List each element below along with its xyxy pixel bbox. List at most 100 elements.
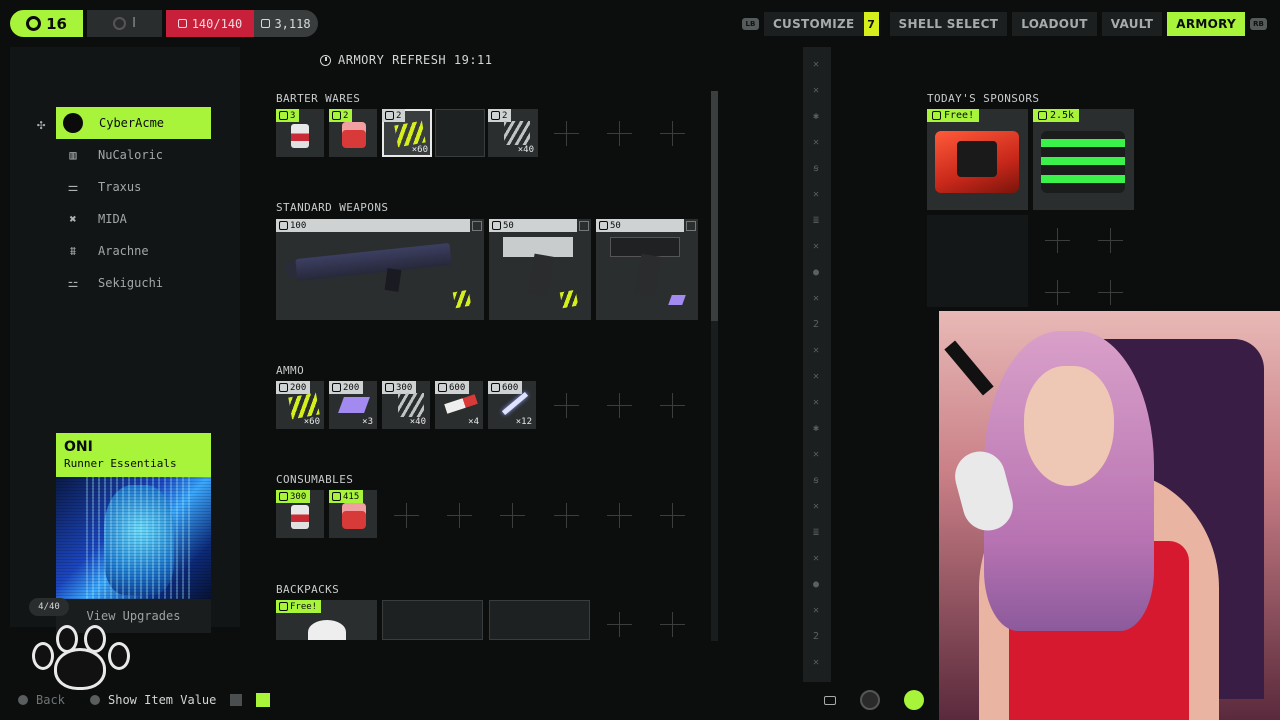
arachne-logo-icon: ⩩ [69,243,77,258]
section-title-weapons: STANDARD WEAPONS [276,201,389,214]
rb-bumper-icon[interactable]: RB [1250,18,1267,30]
sponsor-crate-locked[interactable] [927,215,1028,307]
consumable-item[interactable]: 300 [276,490,324,538]
barter-item-selected[interactable]: 2 ×60 [382,109,432,157]
sidebar-item-traxus[interactable]: ⚌ Traxus [56,171,211,203]
currency-icon [932,111,941,120]
section-title-ammo: AMMO [276,364,305,377]
barter-item[interactable]: 3 [276,109,324,157]
tab-loadout[interactable]: LOADOUT [1012,12,1097,36]
lb-bumper-icon[interactable]: LB [741,18,759,30]
sponsor-crate[interactable]: Free! [927,109,1028,210]
sponsor-crate[interactable]: 2.5k [1033,109,1134,210]
empty-slot-icon [1045,280,1070,305]
sidebar-item-label: NuCaloric [98,148,164,162]
barter-token-icon [279,111,288,120]
section-title-backpacks: BACKPACKS [276,583,340,596]
currency-icon [1038,111,1047,120]
currency-icon [279,221,288,230]
empty-slot-icon [607,121,632,146]
back-label: Back [36,693,65,707]
armory-refresh-timer: ARMORY REFRESH 19:11 [320,53,493,67]
empty-slot-icon [500,503,525,528]
sidebar-item-label: MIDA [98,212,127,226]
currency-icon [599,221,608,230]
promo-header: ONI Runner Essentials [56,433,211,477]
promo-card[interactable]: ONI Runner Essentials View Upgrades [56,433,211,633]
chat-icon[interactable] [824,695,836,705]
ammo-item[interactable]: 600 ×12 [488,381,536,429]
backpack-item-locked[interactable] [382,600,483,640]
scrollbar[interactable] [711,91,718,641]
consumable-item[interactable]: 415 [329,490,377,538]
compare-icon [472,221,482,231]
back-button[interactable]: Back [18,693,65,707]
sidebar-item-arachne[interactable]: ⩩ Arachne [56,235,211,267]
customize-count-badge: 7 [863,12,879,36]
empty-slot-icon [554,503,579,528]
barter-token-icon [385,111,394,120]
pistol-image [610,231,682,301]
barter-item-locked[interactable] [435,109,485,157]
empty-slot-icon [394,503,419,528]
health-badge: 140/140 [166,10,254,37]
currency-value: 3,118 [274,16,311,31]
currency-icon [332,492,341,501]
ammo-item[interactable]: 200 ×60 [276,381,324,429]
sidebar-item-label: Arachne [98,244,149,258]
empty-slot-icon [607,393,632,418]
currency-icon [385,383,394,392]
level-badge: 16 [10,10,83,37]
backpack-item-locked[interactable] [489,600,590,640]
empty-slot-icon [554,121,579,146]
rank-icon [113,17,127,30]
toggle-key-icon [230,694,243,706]
sidebar-item-cyberacme[interactable]: CyberAcme [56,107,211,139]
promo-title: ONI [64,439,93,455]
sidebar-item-sekiguchi[interactable]: ⚍ Sekiguchi [56,267,211,299]
currency-icon [279,383,288,392]
empty-slot-icon [660,612,685,637]
backpack-item[interactable]: Free! [276,600,377,640]
empty-slot-icon [1098,228,1123,253]
sidebar-item-nucaloric[interactable]: ▥ NuCaloric [56,139,211,171]
promo-subtitle: Runner Essentials [64,457,177,470]
cyberacme-logo-icon [63,113,83,133]
weapon-card[interactable]: 50 [596,219,698,320]
tab-customize[interactable]: CUSTOMIZE [763,12,864,36]
empty-slot-icon [660,393,685,418]
weapon-card[interactable]: 50 [489,219,591,320]
currency-icon [261,19,271,28]
weapon-card[interactable]: 100 [276,219,484,320]
currency-icon [491,383,500,392]
section-title-sponsors: TODAY'S SPONSORS [927,92,1040,105]
sidebar-item-label: CyberAcme [99,116,165,130]
empty-slot-icon [1045,228,1070,253]
tab-shell-select[interactable]: SHELL SELECT [889,12,1008,36]
barter-item[interactable]: 2 [329,109,377,157]
tab-vault[interactable]: VAULT [1101,12,1163,36]
tab-armory[interactable]: ARMORY [1167,12,1245,36]
cursor-icon: ✣ [37,117,46,133]
show-item-value-toggle[interactable]: Show Item Value [90,693,271,707]
ammo-item[interactable]: 300 ×40 [382,381,430,429]
y-button-icon [90,695,100,705]
sidebar-item-mida[interactable]: ✖ MIDA [56,203,211,235]
ammo-item[interactable]: 600 ×4 [435,381,483,429]
pistol-image [503,231,575,301]
barter-item[interactable]: 2 ×40 [488,109,538,157]
refresh-label: ARMORY REFRESH 19:11 [338,53,493,67]
traxus-logo-icon: ⚌ [67,180,79,194]
currency-icon [279,492,288,501]
barter-token-icon [332,111,341,120]
page-indicator: 4/40 [29,598,69,616]
scrollbar-thumb[interactable] [711,91,718,321]
profile-level-icon[interactable] [904,690,924,710]
compare-icon [579,221,589,231]
compare-icon [686,221,696,231]
sekiguchi-logo-icon: ⚍ [67,276,79,290]
social-icons [824,690,924,710]
nucaloric-logo-icon: ▥ [69,148,77,162]
ammo-item[interactable]: 200 ×3 [329,381,377,429]
avatar[interactable] [860,690,880,710]
